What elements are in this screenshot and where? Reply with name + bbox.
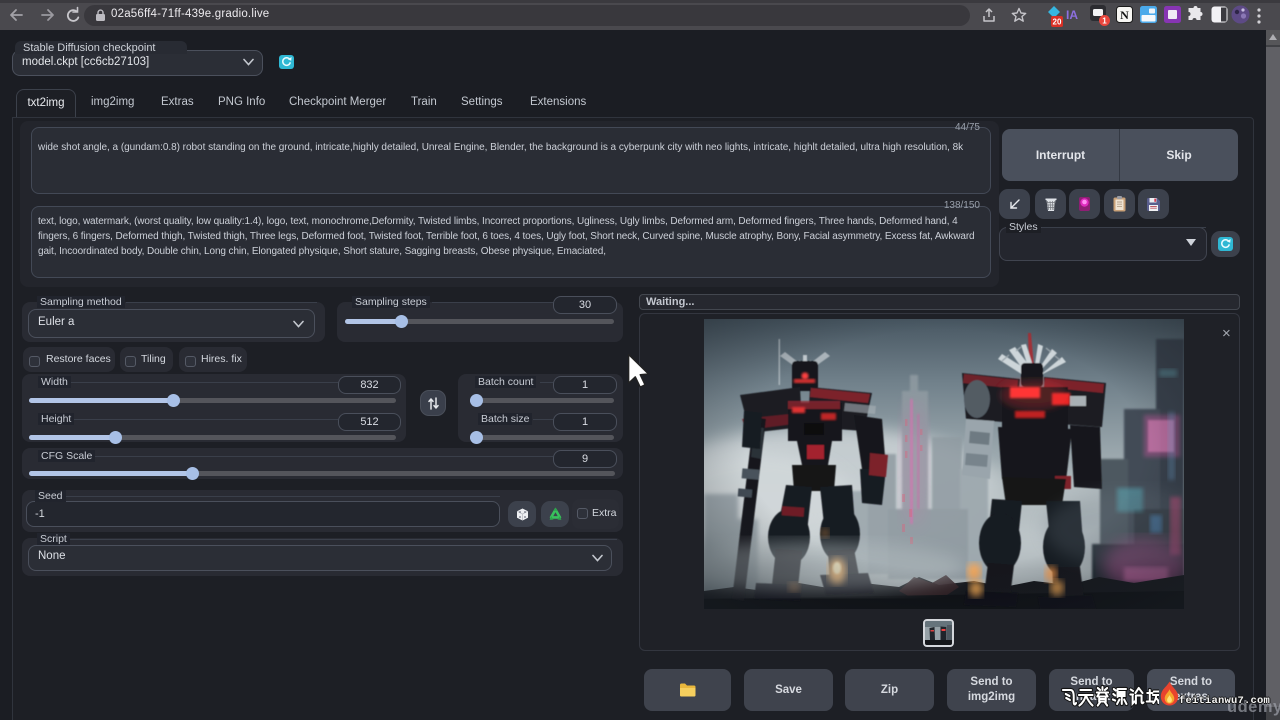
svg-text:20: 20 (1053, 18, 1062, 27)
svg-text:1: 1 (1102, 17, 1107, 26)
svg-text:N: N (1120, 8, 1129, 22)
